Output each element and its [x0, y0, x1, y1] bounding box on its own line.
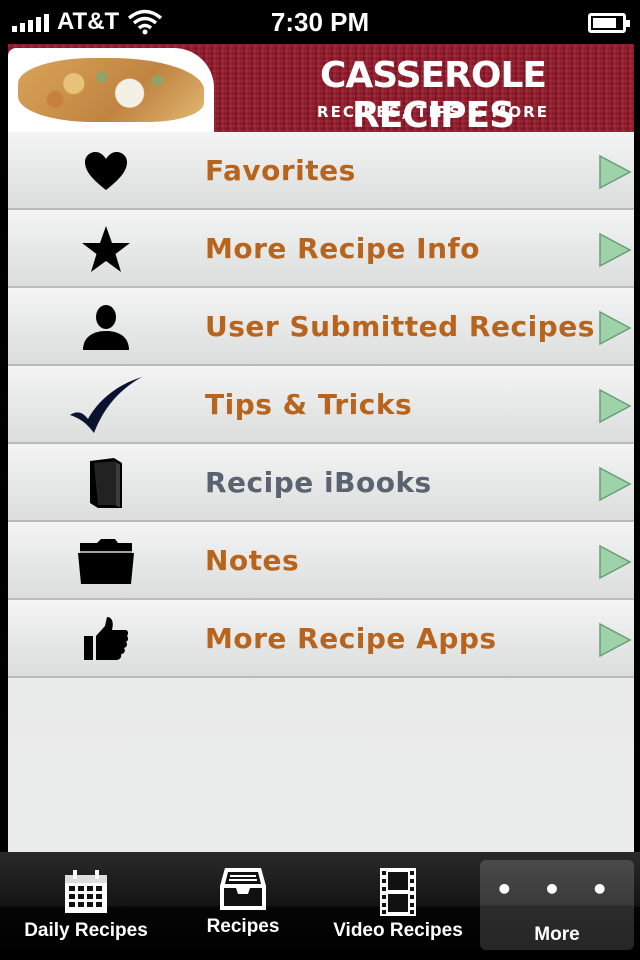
menu-list: Favorites More Recipe Info User Submitte…	[8, 132, 634, 852]
menu-item-tips-and-tricks[interactable]: Tips & Tricks	[8, 366, 634, 444]
tab-more[interactable]: • • • More	[480, 860, 634, 950]
menu-item-label: User Submitted Recipes	[205, 310, 595, 343]
casserole-dish-image	[8, 48, 214, 132]
menu-item-recipe-ibooks[interactable]: Recipe iBooks	[8, 444, 634, 522]
menu-item-favorites[interactable]: Favorites	[8, 132, 634, 210]
tab-label: Recipes	[206, 916, 280, 937]
more-dots-icon: • • •	[495, 873, 619, 906]
tab-label: More	[534, 924, 580, 945]
folder-icon	[68, 531, 144, 591]
tab-daily-recipes[interactable]: Daily Recipes	[6, 852, 166, 960]
film-icon	[380, 868, 416, 916]
chevron-right-icon	[599, 622, 632, 658]
menu-item-user-submitted-recipes[interactable]: User Submitted Recipes	[8, 288, 634, 366]
tab-label: Video Recipes	[333, 920, 463, 941]
chevron-right-icon	[599, 544, 632, 580]
chevron-right-icon	[599, 310, 632, 346]
menu-item-label: Notes	[205, 544, 300, 577]
inbox-tray-icon	[220, 868, 266, 910]
battery-icon	[588, 13, 630, 33]
tab-video-recipes[interactable]: Video Recipes	[318, 852, 478, 960]
menu-item-label: More Recipe Apps	[205, 622, 497, 655]
menu-item-notes[interactable]: Notes	[8, 522, 634, 600]
star-icon	[68, 219, 144, 279]
menu-item-more-recipe-apps[interactable]: More Recipe Apps	[8, 600, 634, 678]
menu-item-label: Recipe iBooks	[205, 466, 432, 499]
tab-recipes[interactable]: Recipes	[163, 852, 323, 960]
menu-item-label: Tips & Tricks	[205, 388, 413, 421]
app-subtitle: RECIPES, TIPS & MORE	[317, 103, 549, 121]
user-icon	[68, 297, 144, 357]
heart-icon	[68, 141, 144, 201]
tab-label: Daily Recipes	[24, 920, 148, 941]
menu-item-label: More Recipe Info	[205, 232, 480, 265]
chevron-right-icon	[599, 154, 632, 190]
thumbs-up-icon	[68, 609, 144, 669]
checkmark-icon	[68, 375, 144, 435]
chevron-right-icon	[599, 466, 632, 502]
book-icon	[68, 453, 144, 513]
status-time: 7:30 PM	[270, 7, 370, 37]
tab-bar: Daily Recipes Recipes Video Recipes • • …	[0, 852, 640, 960]
menu-item-label: Favorites	[205, 154, 356, 187]
status-bar: AT&T 7:30 PM	[0, 0, 640, 44]
menu-item-more-recipe-info[interactable]: More Recipe Info	[8, 210, 634, 288]
calendar-icon	[65, 870, 107, 913]
chevron-right-icon	[599, 232, 632, 268]
chevron-right-icon	[599, 388, 632, 424]
header-banner: CASSEROLE RECIPES RECIPES, TIPS & MORE	[8, 44, 634, 132]
